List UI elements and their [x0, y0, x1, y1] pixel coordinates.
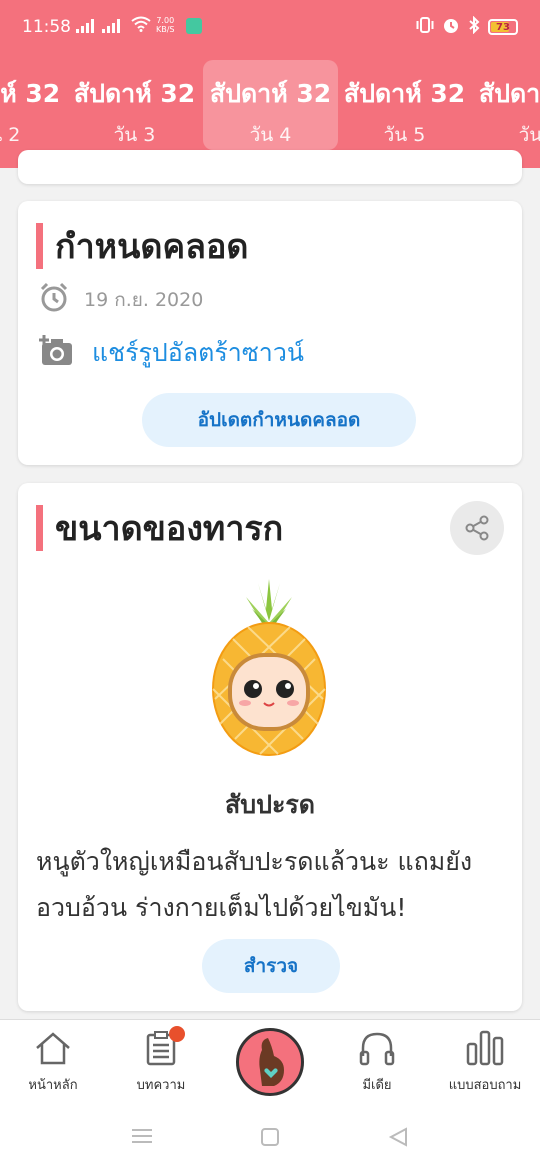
fruit-name: สับปะรด [224, 790, 316, 819]
clock-icon [38, 281, 70, 318]
day-tab-3[interactable]: สัปดาห์ 32 วัน 3 [67, 60, 202, 150]
baby-size-title: ขนาดของทารก [55, 509, 284, 549]
back-icon[interactable] [388, 1127, 408, 1151]
due-date-title: กำหนดคลอด [55, 227, 249, 267]
status-bar: 11:58 7.00 KB/S 73 [0, 0, 540, 56]
explore-button[interactable]: สำรวจ [202, 939, 340, 993]
nav-media[interactable]: มีเดีย [322, 1030, 432, 1095]
day-label: วัน 5 [383, 124, 426, 146]
home-square-icon[interactable] [260, 1127, 280, 1151]
system-nav-bar [0, 1103, 540, 1170]
day-label: วัน 3 [113, 124, 156, 146]
home-icon [36, 1032, 70, 1065]
app-notification-icon [186, 18, 202, 34]
day-label: วัน 6 [518, 124, 540, 146]
day-week: สัปดาห์ 32 [343, 79, 466, 108]
signal-icon [76, 19, 94, 33]
update-due-date-button[interactable]: อัปเดตกำหนดคลอด [142, 393, 416, 447]
nav-quiz-label: แบบสอบถาม [448, 1078, 522, 1093]
signal-icon-2 [102, 19, 120, 33]
battery-level: 73 [496, 21, 510, 33]
net-speed-unit: KB/S [156, 25, 175, 34]
bluetooth-icon [468, 15, 480, 38]
status-right: 73 [416, 15, 518, 38]
baby-size-description: หนูตัวใหญ่เหมือนสับปะรดแล้วนะ แถมยังอวบอ… [36, 847, 473, 922]
share-ultrasound-link[interactable]: แชร์รูปอัลตร้าซาวน์ [92, 333, 304, 373]
day-tab-6[interactable]: สัปดาห์ 32 วัน 6 [472, 60, 540, 150]
share-ultrasound-row[interactable]: แชร์รูปอัลตร้าซาวน์ [38, 333, 304, 373]
status-time: 11:58 [22, 17, 71, 37]
day-tab-2[interactable]: สัปดาห์ 32 วัน 2 [0, 60, 67, 150]
nav-articles[interactable]: บทความ [106, 1026, 216, 1095]
nav-articles-label: บทความ [136, 1078, 186, 1093]
due-date-value: 19 ก.ย. 2020 [84, 288, 204, 311]
day-week: สัปดาห์ 32 [209, 79, 332, 108]
vibrate-icon [416, 17, 434, 37]
day-selector: สัปดาห์ 32 วัน 2 สัปดาห์ 32 วัน 3 สัปดาห… [0, 60, 540, 152]
share-icon [465, 515, 489, 541]
baby-size-heading: ขนาดของทารก [36, 501, 283, 555]
bar-chart-icon [466, 1030, 504, 1066]
day-tab-4[interactable]: สัปดาห์ 32 วัน 4 [203, 60, 338, 150]
due-date-row: 19 ก.ย. 2020 [38, 281, 203, 318]
day-tab-5[interactable]: สัปดาห์ 32 วัน 5 [337, 60, 472, 150]
pregnant-woman-icon [259, 1038, 284, 1086]
notification-badge [169, 1026, 185, 1042]
nav-pregnancy-button[interactable] [236, 1028, 304, 1096]
baby-size-card: ขนาดของทารก สับปะรด หนูตัวใหญ่เหมือนสับป… [18, 483, 522, 1011]
nav-home-label: หน้าหลัก [28, 1078, 78, 1093]
day-week: สัปดาห์ 32 [478, 79, 540, 108]
day-week: สัปดาห์ 32 [73, 79, 196, 108]
add-photo-icon [38, 334, 74, 372]
day-label: วัน 2 [0, 124, 21, 146]
due-date-card: กำหนดคลอด 19 ก.ย. 2020 แชร์รูปอัลตร้าซาว… [18, 201, 522, 465]
heading-accent [36, 505, 43, 551]
day-label: วัน 4 [249, 124, 292, 146]
nav-quiz[interactable]: แบบสอบถาม [430, 1030, 540, 1095]
menu-icon[interactable] [131, 1127, 153, 1149]
app-header: 11:58 7.00KB/S 73 สัปดาห์ 32 วัน 2 สัปด [0, 0, 540, 168]
nav-home[interactable]: หน้าหลัก [0, 1030, 108, 1095]
day-week: สัปดาห์ 32 [0, 79, 61, 108]
pineapple-illustration [208, 579, 330, 759]
heading-accent [36, 223, 43, 269]
bottom-nav: หน้าหลัก บทความ มีเดีย แบบสอบถาม [0, 1019, 540, 1103]
net-speed-value: 7.00 [156, 16, 175, 25]
due-date-heading: กำหนดคลอด [36, 219, 249, 273]
share-button[interactable] [450, 501, 504, 555]
nav-media-label: มีเดีย [362, 1078, 392, 1093]
alarm-icon [442, 16, 460, 38]
wifi-icon [131, 16, 151, 36]
battery-icon: 73 [488, 19, 518, 35]
previous-card [18, 150, 522, 184]
headphones-icon [359, 1032, 395, 1066]
net-speed: 7.00 KB/S [156, 16, 175, 34]
